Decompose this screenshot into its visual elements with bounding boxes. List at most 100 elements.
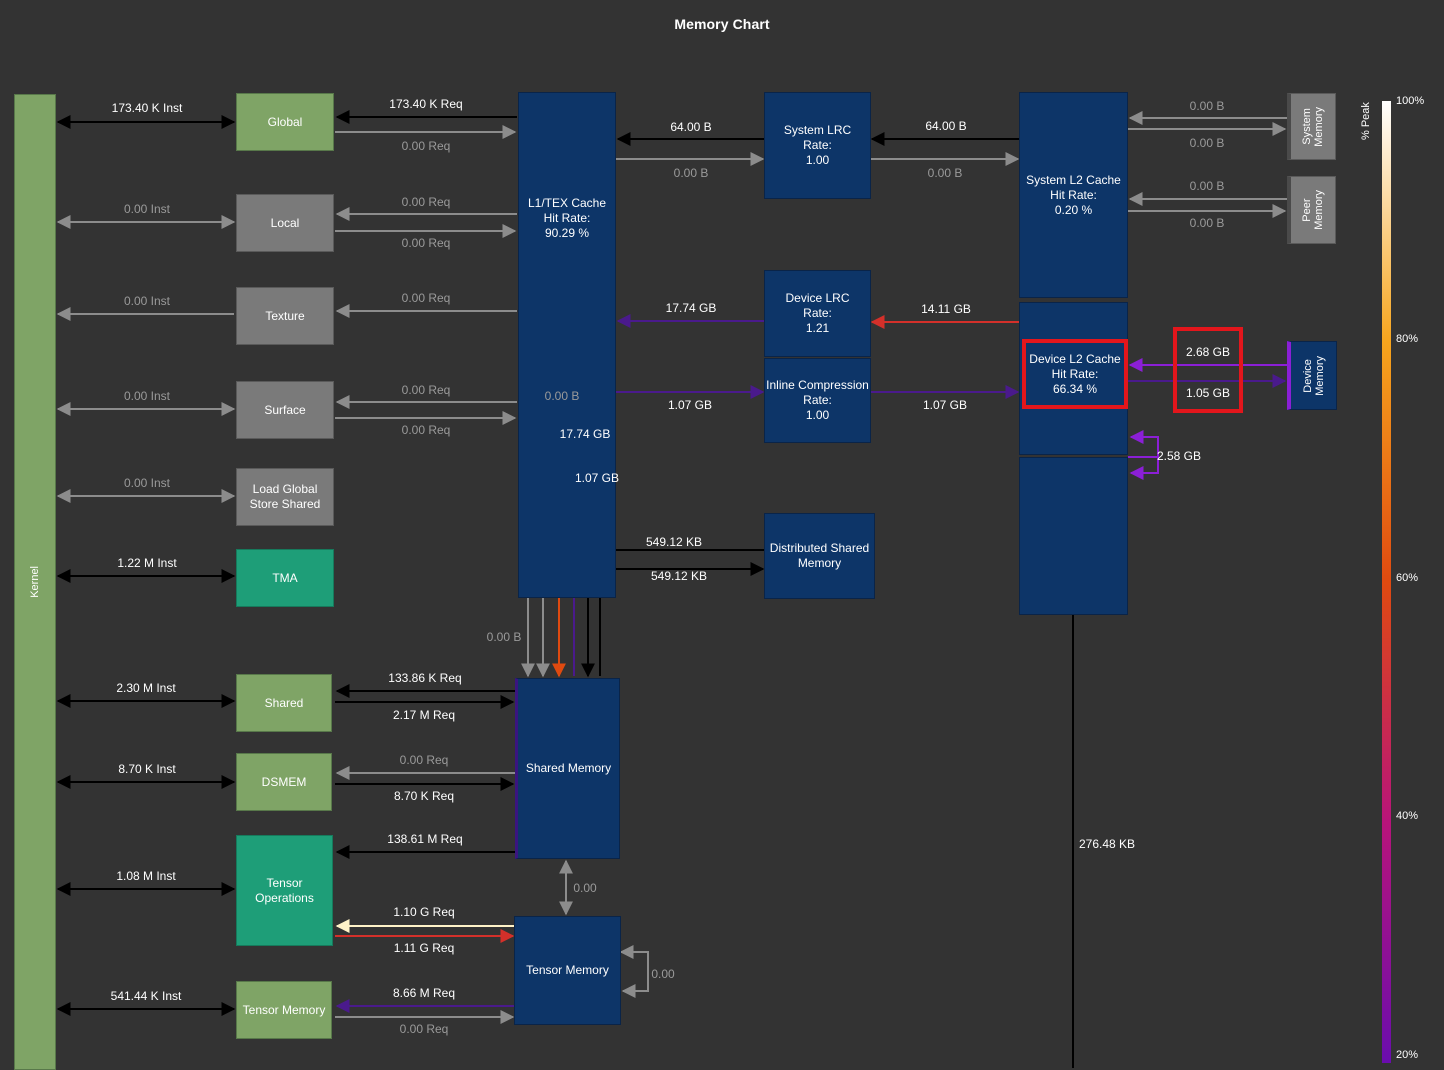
load-global-store-shared-unit[interactable]: Load Global Store Shared <box>236 468 334 526</box>
local-unit[interactable]: Local <box>236 194 334 252</box>
tops-req3-label: 1.11 G Req <box>393 941 455 955</box>
dsm-label: Distributed Shared Memory <box>769 541 870 570</box>
peer-memory-label: Peer Memory <box>1301 190 1325 230</box>
system-lrc[interactable]: System LRC Rate: 1.00 <box>764 92 871 199</box>
l2-down-label: 276.48 KB <box>1078 837 1136 851</box>
dsmem-inst-label: 8.70 K Inst <box>118 762 176 776</box>
system-memory-label: System Memory <box>1301 106 1325 147</box>
system-memory[interactable]: System Memory <box>1287 93 1336 160</box>
l1tex-cache[interactable]: L1/TEX Cache Hit Rate: 90.29 % <box>518 92 616 598</box>
surf-req-w-label: 0.00 Req <box>401 423 451 437</box>
devlrc-l2-label: 14.11 GB <box>921 302 971 316</box>
system-lrc-label: System LRC Rate: 1.00 <box>783 123 852 167</box>
l1-sys-w-label: 0.00 B <box>673 166 709 180</box>
devmem-r-label: 2.68 GB <box>1185 345 1231 359</box>
shm-tmem-label: 0.00 <box>573 881 597 895</box>
tmem-req-w-label: 0.00 Req <box>399 1022 449 1036</box>
l1-inner-b-label: 0.00 B <box>544 389 580 403</box>
tensor-memory-unit[interactable]: Tensor Memory <box>236 981 332 1039</box>
device-l2-label: Device L2 Cache Hit Rate: 66.34 % <box>1029 351 1121 396</box>
tops-req1-label: 138.61 M Req <box>387 832 463 846</box>
surf-req-r-label: 0.00 Req <box>401 383 451 397</box>
system-l2-cache[interactable]: System L2 Cache Hit Rate: 0.20 % <box>1019 92 1128 298</box>
texture-label: Texture <box>265 308 305 323</box>
tops-req2-label: 1.10 G Req <box>393 905 455 919</box>
kernel-unit[interactable]: Kernel <box>14 94 56 1070</box>
tmem-inst-label: 541.44 K Inst <box>110 989 182 1003</box>
device-l2-cache-lower[interactable] <box>1019 457 1128 615</box>
dsmem-unit[interactable]: DSMEM <box>236 753 332 811</box>
tma-unit[interactable]: TMA <box>236 549 334 607</box>
dsm-in-label: 549.12 KB <box>645 535 703 549</box>
global-label: Global <box>267 114 303 129</box>
global-req-label: 173.40 K Req <box>389 97 463 111</box>
tmem-req-r-label: 8.66 M Req <box>392 986 456 1000</box>
shared-req-w-label: 2.17 M Req <box>392 708 456 722</box>
tensor-memory[interactable]: Tensor Memory <box>514 916 621 1025</box>
shared-unit[interactable]: Shared <box>236 674 332 732</box>
dsmem-req-w-label: 8.70 K Req <box>393 789 455 803</box>
tmem-loop-label: 0.00 <box>651 967 675 981</box>
shared-memory-label: Shared Memory <box>525 761 612 775</box>
l1tex-cache-label: L1/TEX Cache Hit Rate: 90.29 % <box>527 196 607 240</box>
shared-label: Shared <box>264 695 304 710</box>
surface-label: Surface <box>264 402 306 417</box>
device-memory-label: Device Memory <box>1301 355 1326 396</box>
colorbar-tick-100: 100% <box>1396 95 1425 107</box>
sysmem-r-label: 0.00 B <box>1189 99 1225 113</box>
surface-unit[interactable]: Surface <box>236 381 334 439</box>
tensor-operations-unit[interactable]: Tensor Operations <box>236 835 333 946</box>
global-inst-label: 173.40 K Inst <box>111 101 183 115</box>
kernel-label: Kernel <box>29 566 41 598</box>
local-req-w-label: 0.00 Req <box>401 236 451 250</box>
colorbar-tick-60: 60% <box>1396 572 1419 584</box>
l1-inner-gb2-label: 1.07 GB <box>574 471 620 485</box>
l1-sys-r-label: 64.00 B <box>670 120 712 134</box>
local-label: Local <box>270 215 300 230</box>
texture-unit[interactable]: Texture <box>236 287 334 345</box>
colorbar-tick-20: 20% <box>1396 1049 1419 1061</box>
colorbar-tick-40: 40% <box>1396 810 1419 822</box>
inline-l2-label: 1.07 GB <box>922 398 968 412</box>
lgss-inst-label: 0.00 Inst <box>123 476 171 490</box>
inline-compression[interactable]: Inline Compression Rate: 1.00 <box>764 358 871 443</box>
device-memory[interactable]: Device Memory <box>1287 341 1337 410</box>
distributed-shared-memory[interactable]: Distributed Shared Memory <box>764 513 875 599</box>
colorbar-tick-80: 80% <box>1396 333 1419 345</box>
dsmem-label: DSMEM <box>261 774 307 789</box>
sys-l2-w-label: 0.00 B <box>927 166 963 180</box>
dsmem-req-r-label: 0.00 Req <box>399 753 449 767</box>
colorbar-title: % Peak <box>1360 102 1372 140</box>
tma-inst-label: 1.22 M Inst <box>117 556 177 570</box>
tensor-memory-label: Tensor Memory <box>526 963 609 977</box>
inline-compression-label: Inline Compression Rate: 1.00 <box>766 378 869 422</box>
devmem-w-label: 1.05 GB <box>1185 386 1231 400</box>
surf-inst-label: 0.00 Inst <box>123 389 171 403</box>
local-req-r-label: 0.00 Req <box>401 195 451 209</box>
device-lrc-label: Device LRC Rate: 1.21 <box>785 291 850 335</box>
tensor-operations-label: Tensor Operations <box>255 875 314 905</box>
tma-label: TMA <box>272 570 298 585</box>
system-l2-label: System L2 Cache Hit Rate: 0.20 % <box>1026 173 1121 217</box>
l1-devlrc-label: 17.74 GB <box>665 301 717 315</box>
device-memory-transfer-highlight <box>1173 327 1243 413</box>
l1-inline-label: 1.07 GB <box>667 398 713 412</box>
tops-inst-label: 1.08 M Inst <box>116 869 176 883</box>
tex-inst-label: 0.00 Inst <box>123 294 171 308</box>
device-l2-label-box: Device L2 Cache Hit Rate: 66.34 % <box>1026 343 1124 405</box>
l1-shared-label: 0.00 B <box>486 630 522 644</box>
global-unit[interactable]: Global <box>236 93 334 151</box>
tensor-memory-unit-label: Tensor Memory <box>242 1002 326 1017</box>
peer-memory[interactable]: Peer Memory <box>1287 176 1336 244</box>
l1-inner-gb1-label: 17.74 GB <box>559 427 611 441</box>
peer-r-label: 0.00 B <box>1189 179 1225 193</box>
device-lrc[interactable]: Device LRC Rate: 1.21 <box>764 270 871 357</box>
connection-wires <box>56 101 1391 1068</box>
dsm-out-label: 549.12 KB <box>650 569 708 583</box>
shared-memory[interactable]: Shared Memory <box>515 678 620 859</box>
colorbar-gradient <box>1382 101 1391 1063</box>
shared-inst-label: 2.30 M Inst <box>116 681 176 695</box>
tex-req-label: 0.00 Req <box>401 291 451 305</box>
sysmem-w-label: 0.00 B <box>1189 136 1225 150</box>
peer-w-label: 0.00 B <box>1189 216 1225 230</box>
